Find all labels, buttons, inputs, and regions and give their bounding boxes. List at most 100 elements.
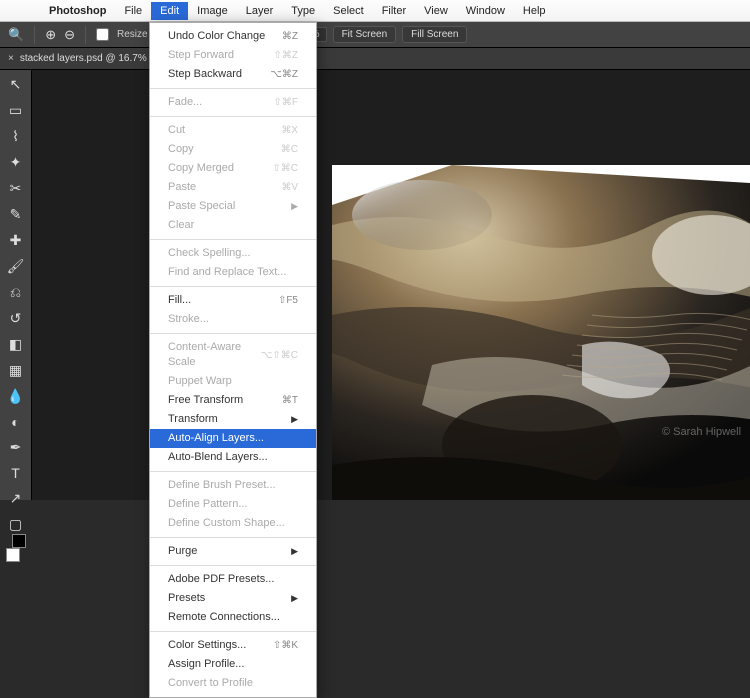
menu-item-assign-profile[interactable]: Assign Profile... (150, 655, 316, 674)
menu-shortcut: ⌥⇧⌘C (261, 348, 298, 363)
menu-edit[interactable]: Edit (151, 2, 188, 20)
menu-item-step-backward[interactable]: Step Backward ⌥⌘Z (150, 65, 316, 84)
menu-select[interactable]: Select (324, 2, 373, 20)
menu-item-label: Auto-Blend Layers... (168, 450, 268, 465)
menu-separator (150, 116, 316, 117)
menu-item-paste: Paste⌘V (150, 178, 316, 197)
menu-separator (150, 565, 316, 566)
submenu-arrow-icon: ▶ (291, 591, 298, 606)
stamp-tool-icon[interactable]: ⎌ (6, 284, 26, 301)
separator (34, 26, 35, 44)
menu-item-label: Convert to Profile (168, 676, 253, 691)
eraser-tool-icon[interactable]: ◧ (6, 336, 26, 353)
menu-item-label: Paste (168, 180, 196, 195)
edit-dropdown-menu: Undo Color Change⌘ZStep Forward⇧⌘ZStep B… (149, 22, 317, 698)
menu-item-copy: Copy⌘C (150, 140, 316, 159)
menu-item-auto-align-layers[interactable]: Auto-Align Layers... (150, 429, 316, 448)
pen-tool-icon[interactable]: ✒ (6, 439, 26, 456)
dodge-tool-icon[interactable]: ◐ (6, 414, 26, 430)
menu-item-label: Step Backward (168, 67, 242, 82)
document-tab[interactable]: stacked layers.psd @ 16.7% (RG (20, 53, 168, 64)
menu-item-presets[interactable]: Presets ▶ (150, 589, 316, 608)
menu-item-adobe-pdf-presets[interactable]: Adobe PDF Presets... (150, 570, 316, 589)
brush-tool-icon[interactable]: 🖌 (6, 258, 26, 275)
menu-shortcut: ⇧⌘K (273, 638, 298, 653)
menu-separator (150, 471, 316, 472)
history-brush-icon[interactable]: ↺ (6, 310, 26, 327)
marquee-tool-icon[interactable]: ▭ (6, 102, 26, 119)
workarea: ↖ ▭ ⌇ ✦ ✂ ✎ ✚ 🖌 ⎌ ↺ ◧ ▦ 💧 ◐ ✒ T ↗ ▢ (0, 70, 750, 500)
blur-tool-icon[interactable]: 💧 (6, 388, 26, 405)
menu-item-define-custom-shape: Define Custom Shape... (150, 514, 316, 533)
menu-separator (150, 537, 316, 538)
canvas-area[interactable]: © Sarah Hipwell (32, 70, 750, 500)
fill-screen-button[interactable]: Fill Screen (402, 26, 467, 43)
heal-tool-icon[interactable]: ✚ (6, 232, 26, 249)
submenu-arrow-icon: ▶ (291, 412, 298, 427)
menu-item-clear: Clear (150, 216, 316, 235)
menu-separator (150, 333, 316, 334)
menu-shortcut: ⌥⌘Z (270, 67, 298, 82)
path-tool-icon[interactable]: ↗ (6, 490, 26, 507)
menu-item-label: Copy Merged (168, 161, 234, 176)
menu-item-auto-blend-layers[interactable]: Auto-Blend Layers... (150, 448, 316, 467)
menu-item-fill[interactable]: Fill...⇧F5 (150, 291, 316, 310)
menu-item-label: Paste Special (168, 199, 235, 214)
menu-item-define-brush-preset: Define Brush Preset... (150, 476, 316, 495)
eyedropper-tool-icon[interactable]: ✎ (6, 206, 26, 223)
macos-menubar: Photoshop File Edit Image Layer Type Sel… (0, 0, 750, 22)
menu-item-label: Find and Replace Text... (168, 265, 286, 280)
zoom-out-icon[interactable]: ⊖ (64, 27, 75, 43)
menu-item-find-and-replace-text: Find and Replace Text... (150, 263, 316, 282)
menu-window[interactable]: Window (457, 2, 514, 20)
zoom-tool-icon[interactable]: 🔍 (8, 27, 24, 43)
menu-item-fade: Fade...⇧⌘F (150, 93, 316, 112)
menu-image[interactable]: Image (188, 2, 237, 20)
tools-panel: ↖ ▭ ⌇ ✦ ✂ ✎ ✚ 🖌 ⎌ ↺ ◧ ▦ 💧 ◐ ✒ T ↗ ▢ (0, 70, 32, 500)
menu-filter[interactable]: Filter (373, 2, 415, 20)
menu-item-label: Remote Connections... (168, 610, 280, 625)
wand-tool-icon[interactable]: ✦ (6, 154, 26, 171)
menu-item-purge[interactable]: Purge▶ (150, 542, 316, 561)
document-canvas[interactable]: © Sarah Hipwell (332, 165, 750, 500)
menu-item-label: Adobe PDF Presets... (168, 572, 274, 587)
menu-item-label: Purge (168, 544, 197, 559)
menu-item-label: Check Spelling... (168, 246, 251, 261)
menu-item-label: Presets (168, 591, 205, 606)
menu-view[interactable]: View (415, 2, 457, 20)
menu-shortcut: ⇧F5 (278, 293, 298, 308)
menu-separator (150, 631, 316, 632)
menu-item-label: Define Custom Shape... (168, 516, 285, 531)
menu-item-content-aware-scale: Content-Aware Scale⌥⇧⌘C (150, 338, 316, 372)
app-menu[interactable]: Photoshop (40, 2, 115, 20)
move-tool-icon[interactable]: ↖ (6, 76, 26, 93)
menu-item-remote-connections[interactable]: Remote Connections... (150, 608, 316, 627)
apple-icon[interactable] (10, 8, 28, 14)
zoom-in-icon[interactable]: ⊕ (45, 27, 56, 43)
lasso-tool-icon[interactable]: ⌇ (6, 128, 26, 145)
menu-item-label: Color Settings... (168, 638, 246, 653)
menu-shortcut: ⌘T (282, 393, 298, 408)
menu-type[interactable]: Type (282, 2, 324, 20)
menu-item-label: Auto-Align Layers... (168, 431, 264, 446)
type-tool-icon[interactable]: T (6, 465, 26, 481)
menu-item-check-spelling: Check Spelling... (150, 244, 316, 263)
menu-item-label: Cut (168, 123, 185, 138)
menu-layer[interactable]: Layer (237, 2, 283, 20)
resize-checkbox[interactable] (96, 28, 109, 41)
menu-item-label: Clear (168, 218, 194, 233)
shape-tool-icon[interactable]: ▢ (6, 516, 26, 533)
menu-item-transform[interactable]: Transform▶ (150, 410, 316, 429)
fit-screen-button[interactable]: Fit Screen (333, 26, 397, 43)
menu-item-free-transform[interactable]: Free Transform⌘T (150, 391, 316, 410)
menu-help[interactable]: Help (514, 2, 555, 20)
menu-shortcut: ⇧⌘C (272, 161, 298, 176)
crop-tool-icon[interactable]: ✂ (6, 180, 26, 197)
tab-close-icon[interactable]: × (8, 53, 14, 64)
gradient-tool-icon[interactable]: ▦ (6, 362, 26, 379)
menu-item-color-settings[interactable]: Color Settings... ⇧⌘K (150, 636, 316, 655)
menu-separator (150, 286, 316, 287)
menu-item-undo-color-change[interactable]: Undo Color Change⌘Z (150, 27, 316, 46)
menu-item-label: Content-Aware Scale (168, 340, 261, 370)
menu-file[interactable]: File (115, 2, 151, 20)
